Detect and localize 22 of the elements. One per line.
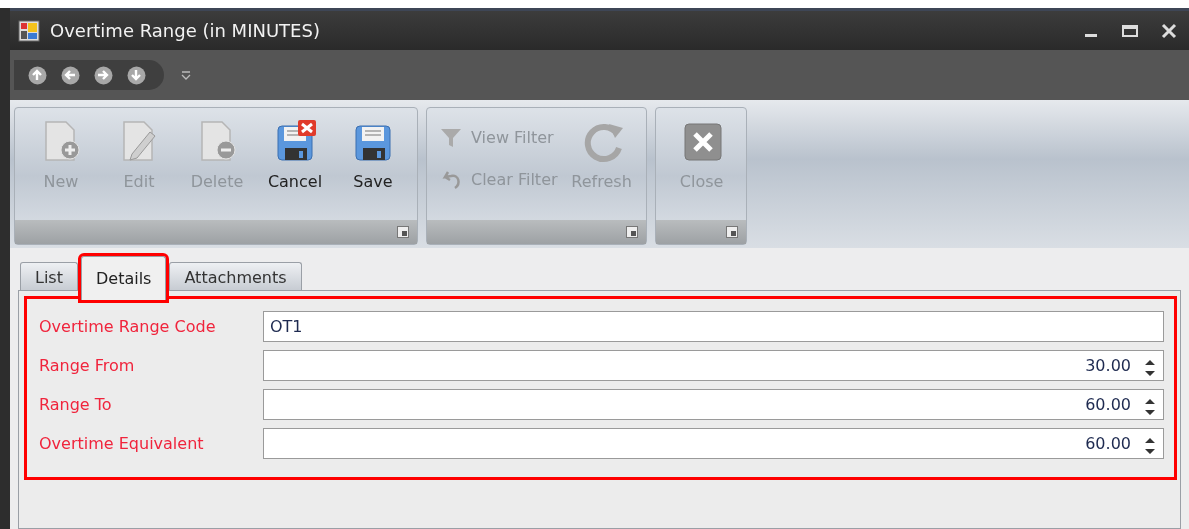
number-field[interactable]: 60.00 bbox=[263, 428, 1164, 459]
tab[interactable]: Details bbox=[80, 256, 167, 300]
field-label: Range To bbox=[39, 393, 113, 416]
dropdown-icon[interactable] bbox=[180, 69, 192, 81]
window-title: Overtime Range (in MINUTES) bbox=[50, 19, 321, 43]
launcher-icon[interactable] bbox=[397, 226, 409, 238]
input-field[interactable]: OT1 bbox=[263, 311, 1164, 342]
tab[interactable]: List bbox=[20, 262, 78, 290]
app-icon bbox=[18, 19, 40, 42]
maximize-icon[interactable] bbox=[1121, 22, 1139, 39]
field-label: Range From bbox=[39, 354, 136, 377]
tab[interactable]: Attachments bbox=[169, 262, 302, 290]
funnel-icon bbox=[439, 126, 463, 150]
field-label: Overtime Range Code bbox=[39, 315, 217, 338]
close-icon[interactable] bbox=[1161, 22, 1177, 39]
ribbon-button[interactable]: Save bbox=[337, 116, 409, 196]
launcher-icon[interactable] bbox=[725, 226, 738, 238]
field-label: Overtime Equivalent bbox=[39, 432, 205, 455]
number-field[interactable]: 30.00 bbox=[263, 350, 1164, 381]
number-field[interactable]: 60.00 bbox=[263, 389, 1164, 420]
launcher-icon[interactable] bbox=[625, 226, 638, 238]
ribbon-button[interactable]: Cancel bbox=[259, 116, 331, 196]
